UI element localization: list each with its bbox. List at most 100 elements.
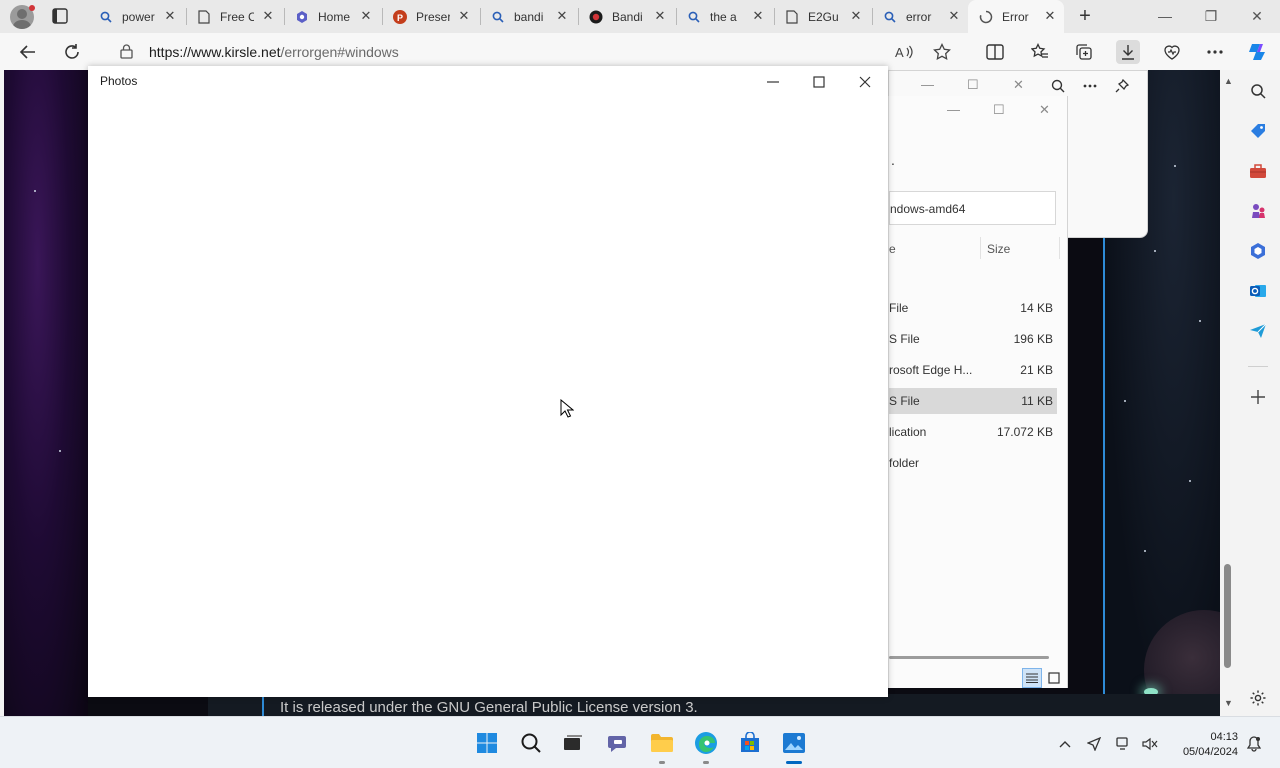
tab-close-icon[interactable]: ✕	[652, 8, 668, 24]
tab-5[interactable]: bandi ✕	[490, 4, 576, 29]
tab-close-icon[interactable]: ✕	[260, 8, 276, 24]
page-scrollbar[interactable]: ▲ ▼	[1220, 70, 1236, 716]
column-divider[interactable]	[980, 237, 981, 259]
favorite-star-icon[interactable]	[930, 40, 954, 64]
browser-essentials-icon[interactable]	[1160, 40, 1184, 64]
search-icon[interactable]	[1047, 75, 1069, 97]
tab-close-icon[interactable]: ✕	[554, 8, 570, 24]
file-explorer-folder-icon[interactable]	[649, 730, 675, 756]
minimize-button[interactable]: —	[947, 102, 960, 117]
copilot-icon[interactable]	[1246, 40, 1270, 64]
file-type: rosoft Edge H...	[889, 363, 973, 377]
pin-icon[interactable]	[1111, 75, 1133, 97]
horizontal-scrollbar[interactable]	[889, 656, 1049, 659]
tab-close-icon[interactable]: ✕	[456, 8, 472, 24]
tab-close-icon[interactable]: ✕	[946, 8, 962, 24]
close-button[interactable]	[850, 70, 880, 94]
file-row[interactable]: folder	[889, 450, 1057, 476]
system-clock[interactable]: 04:13 05/04/2024	[1168, 730, 1238, 760]
teams-chat-icon[interactable]	[605, 730, 631, 756]
close-button[interactable]: ✕	[1013, 77, 1024, 93]
tab-separator	[774, 8, 775, 25]
back-button[interactable]	[15, 39, 41, 65]
tools-toolbox-icon[interactable]	[1247, 160, 1269, 182]
maximize-button[interactable]: ☐	[993, 102, 1005, 118]
maximize-button[interactable]	[804, 70, 834, 94]
tab-label: Error	[1002, 9, 1029, 24]
photos-window[interactable]: Photos	[88, 66, 888, 697]
microsoft-store-icon[interactable]	[737, 730, 763, 756]
file-row[interactable]: File 14 KB	[889, 295, 1057, 321]
collections-icon[interactable]	[1072, 40, 1096, 64]
file-row[interactable]: rosoft Edge H... 21 KB	[889, 357, 1057, 383]
scroll-down-arrow-icon[interactable]: ▼	[1224, 698, 1233, 708]
url-text[interactable]: https://www.kirsle.net/errorgen#windows	[149, 44, 399, 60]
large-icons-view-icon[interactable]	[1044, 668, 1064, 688]
photos-app-icon[interactable]	[781, 730, 807, 756]
tab-close-icon[interactable]: ✕	[1042, 8, 1058, 24]
new-tab-button[interactable]: +	[1075, 6, 1095, 26]
sidebar-settings-gear-icon[interactable]	[1247, 687, 1269, 709]
close-button[interactable]: ✕	[1039, 102, 1050, 118]
downloads-icon[interactable]	[1116, 40, 1140, 64]
minimize-button[interactable]	[758, 70, 788, 94]
tab-9[interactable]: error ✕	[882, 4, 968, 29]
more-options-icon[interactable]	[1079, 75, 1101, 97]
close-window-button[interactable]: ✕	[1234, 4, 1280, 28]
column-header-name[interactable]: e	[889, 242, 896, 256]
tab-10-active[interactable]: Error ✕	[968, 0, 1064, 33]
tab-label: Bandi	[612, 9, 643, 24]
tab-actions-icon[interactable]	[50, 6, 70, 26]
tab-close-icon[interactable]: ✕	[848, 8, 864, 24]
tab-7[interactable]: the a ✕	[686, 4, 772, 29]
running-indicator	[703, 761, 709, 764]
tab-close-icon[interactable]: ✕	[162, 8, 178, 24]
column-header-size[interactable]: Size	[987, 242, 1010, 256]
volume-muted-icon[interactable]	[1142, 736, 1158, 752]
address-path-box[interactable]: ndows-amd64	[889, 191, 1056, 225]
tab-close-icon[interactable]: ✕	[358, 8, 374, 24]
add-sidebar-app-icon[interactable]	[1247, 386, 1269, 408]
maximize-button[interactable]: ☐	[967, 77, 979, 93]
start-windows-icon[interactable]	[474, 730, 500, 756]
microsoft-365-icon[interactable]	[1247, 240, 1269, 262]
games-chess-icon[interactable]	[1247, 200, 1269, 222]
tab-close-icon[interactable]: ✕	[750, 8, 766, 24]
more-options-icon[interactable]	[1203, 40, 1227, 64]
clock-date: 05/04/2024	[1182, 746, 1238, 758]
edge-browser-icon[interactable]	[693, 730, 719, 756]
send-paper-plane-icon[interactable]	[1247, 320, 1269, 342]
split-screen-icon[interactable]	[983, 40, 1007, 64]
lock-icon[interactable]	[120, 44, 133, 62]
details-view-icon[interactable]	[1022, 668, 1042, 688]
shopping-tag-icon[interactable]	[1247, 120, 1269, 142]
task-view-icon[interactable]	[560, 730, 586, 756]
minimize-button[interactable]: —	[921, 77, 934, 92]
scroll-up-arrow-icon[interactable]: ▲	[1224, 76, 1233, 86]
scroll-thumb[interactable]	[1224, 564, 1231, 668]
location-arrow-icon[interactable]	[1086, 736, 1102, 752]
tab-3[interactable]: Home ✕	[294, 4, 380, 29]
minimize-button[interactable]: —	[1142, 4, 1188, 28]
outlook-icon[interactable]	[1247, 280, 1269, 302]
tab-4[interactable]: P Preser ✕	[392, 4, 478, 29]
tab-8[interactable]: E2Gu ✕	[784, 4, 870, 29]
notifications-bell-icon[interactable]	[1246, 736, 1262, 752]
file-row[interactable]: S File 196 KB	[889, 326, 1057, 352]
refresh-button[interactable]	[59, 39, 85, 65]
network-icon[interactable]	[1116, 736, 1132, 752]
show-hidden-icons-chevron-up-icon[interactable]	[1057, 736, 1073, 752]
tab-6[interactable]: Bandi ✕	[588, 4, 674, 29]
address-bar[interactable]: https://www.kirsle.net/errorgen#windows	[104, 37, 970, 65]
taskbar-search-icon[interactable]	[518, 730, 544, 756]
restore-button[interactable]: ❐	[1188, 4, 1234, 28]
tab-1[interactable]: power ✕	[98, 4, 184, 29]
file-row[interactable]: lication 17.072 KB	[889, 419, 1057, 445]
favorites-icon[interactable]	[1028, 40, 1052, 64]
sidebar-search-icon[interactable]	[1247, 80, 1269, 102]
tab-2[interactable]: Free C ✕	[196, 4, 282, 29]
file-row-selected[interactable]: S File 11 KB	[889, 388, 1057, 414]
active-app-indicator	[786, 761, 802, 764]
read-aloud-icon[interactable]: A	[892, 40, 916, 64]
column-divider[interactable]	[1059, 237, 1060, 259]
